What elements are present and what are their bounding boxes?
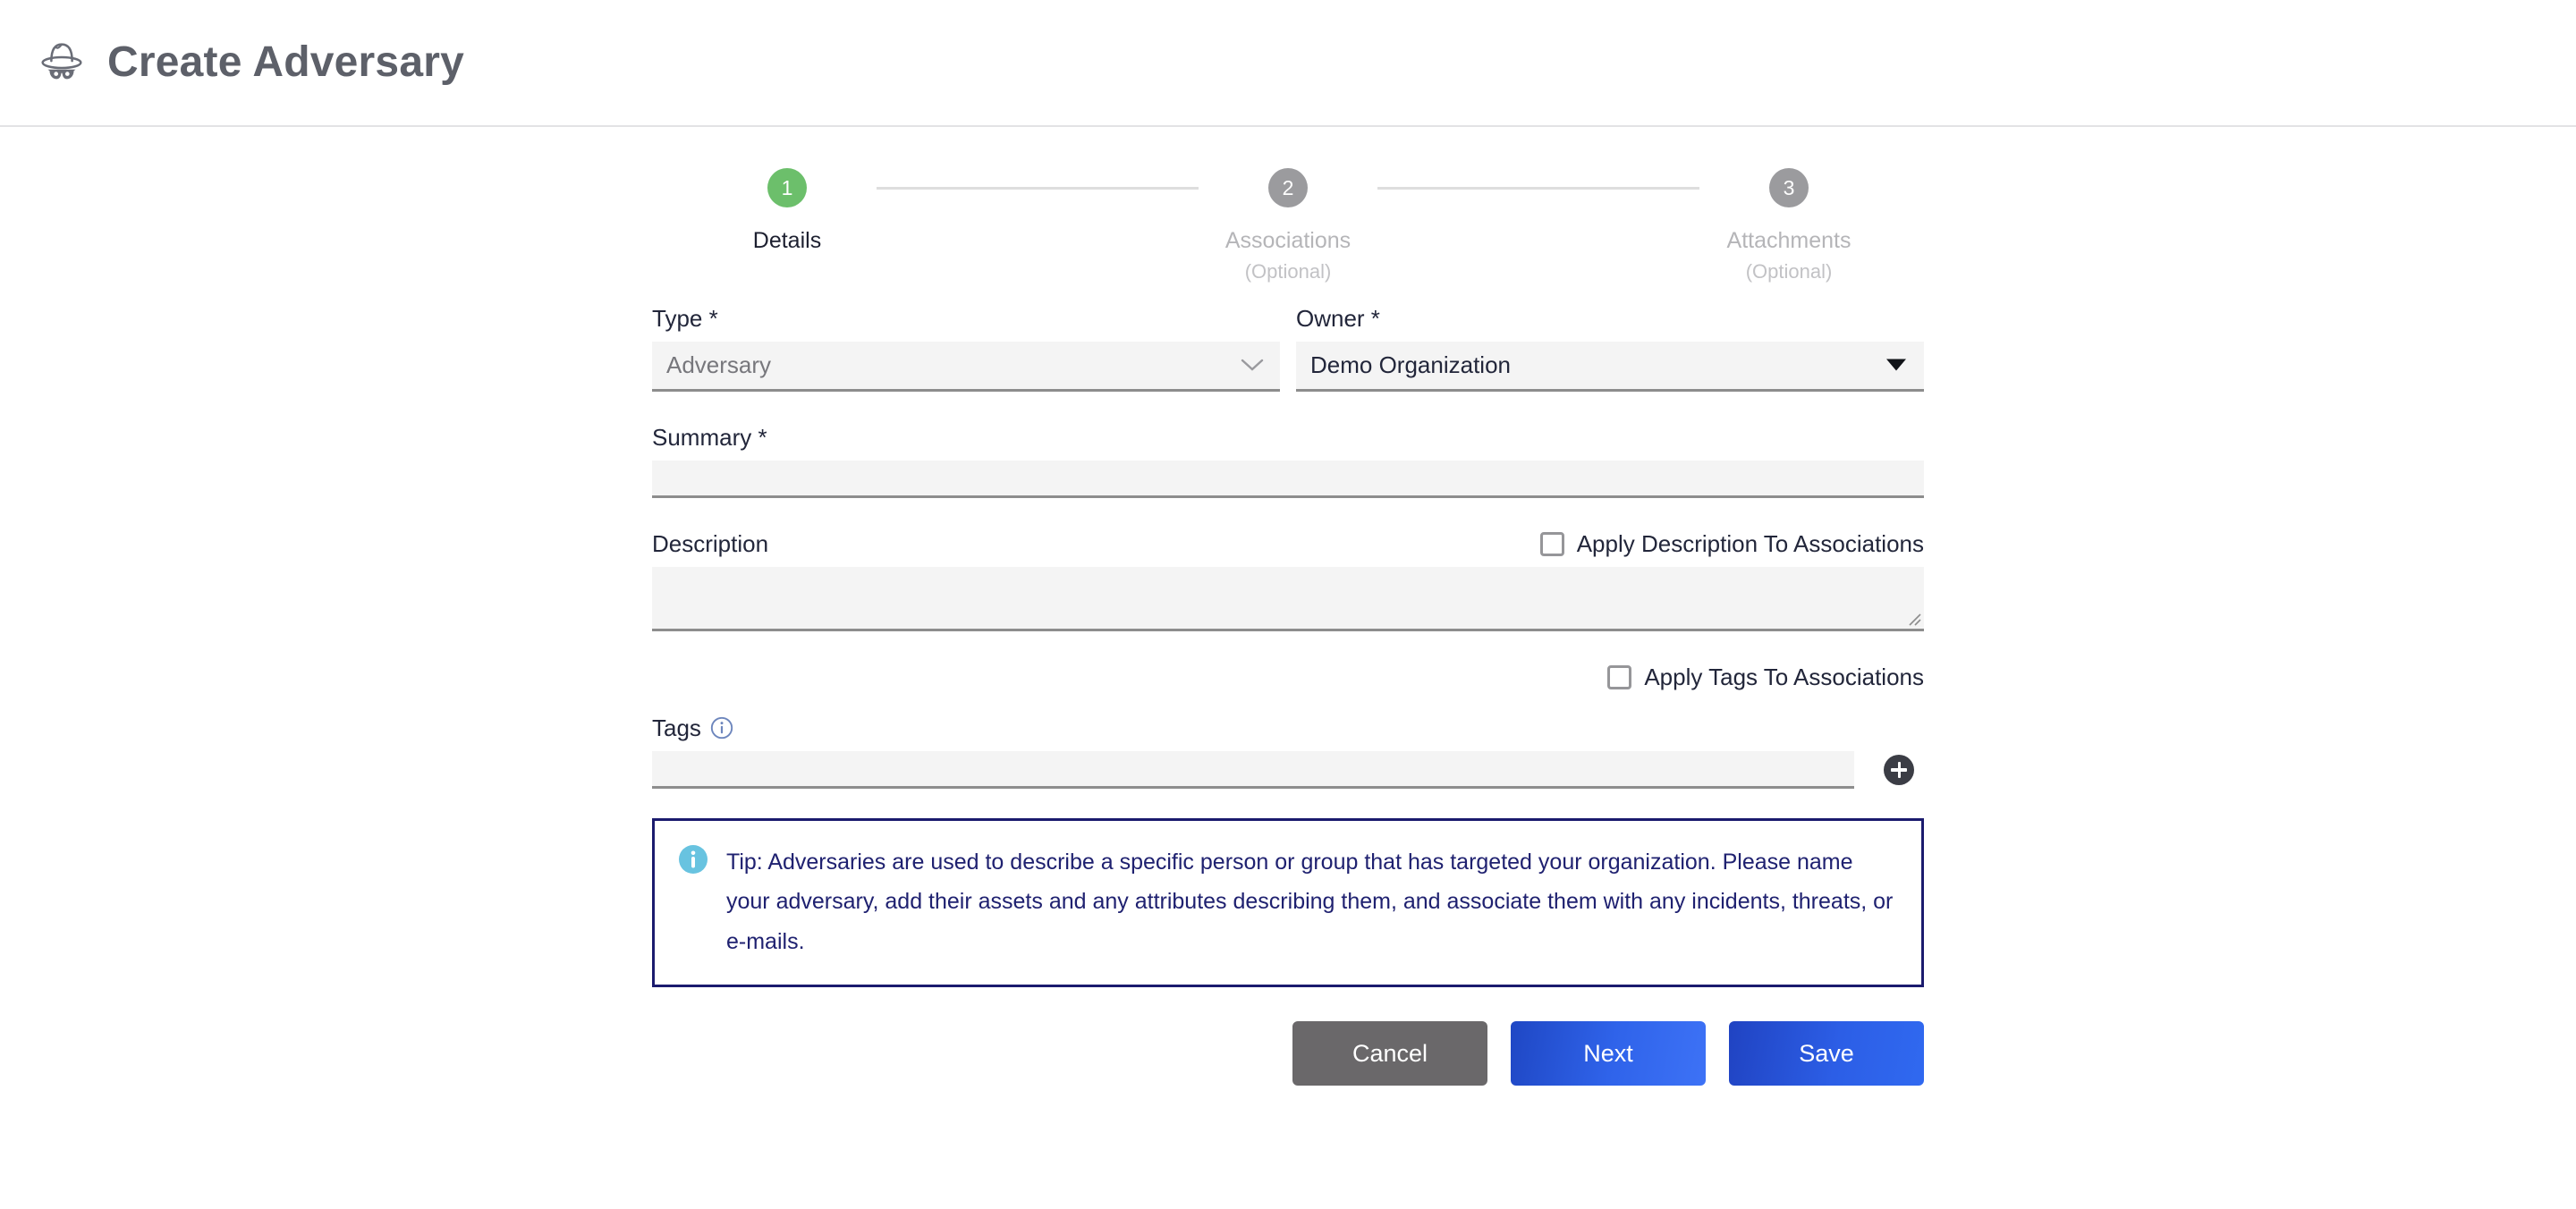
step-associations[interactable]: 2 Associations (Optional) xyxy=(1199,168,1377,283)
save-button[interactable]: Save xyxy=(1729,1021,1924,1086)
type-label: Type * xyxy=(652,304,718,332)
type-select[interactable]: Adversary xyxy=(652,341,1280,392)
step-attachments[interactable]: 3 Attachments (Optional) xyxy=(1699,168,1878,283)
type-owner-row: Type * Adversary Owner * Demo Organizati… xyxy=(652,305,1924,392)
description-textarea[interactable] xyxy=(652,566,1924,631)
step-2-optional: (Optional) xyxy=(1244,259,1332,283)
apply-tags-checkbox-label: Apply Tags To Associations xyxy=(1644,663,1924,690)
step-1-circle: 1 xyxy=(767,168,807,207)
owner-label: Owner * xyxy=(1296,304,1380,332)
form-actions: Cancel Next Save xyxy=(652,1021,1924,1086)
apply-tags-to-associations-row[interactable]: Apply Tags To Associations xyxy=(652,664,1924,691)
step-2-circle: 2 xyxy=(1268,168,1308,207)
next-button[interactable]: Next xyxy=(1511,1021,1706,1086)
tip-box: Tip: Adversaries are used to describe a … xyxy=(652,817,1924,988)
step-connector-2 xyxy=(1377,187,1699,190)
apply-description-checkbox[interactable] xyxy=(1539,531,1564,556)
tags-field-group: Tags xyxy=(652,714,1924,789)
page-title: Create Adversary xyxy=(107,38,464,86)
step-details[interactable]: 1 Details xyxy=(698,168,877,257)
step-1-label: Details xyxy=(752,228,822,253)
caret-down-icon xyxy=(1886,359,1906,371)
spy-incognito-icon xyxy=(41,43,82,80)
chevron-down-icon xyxy=(1241,359,1264,371)
summary-label: Summary * xyxy=(652,423,767,451)
tip-text: Tip: Adversaries are used to describe a … xyxy=(726,849,1894,954)
description-field-group: Description Apply Description To Associa… xyxy=(652,530,1924,631)
tags-label: Tags xyxy=(652,714,701,741)
resize-handle-icon[interactable] xyxy=(1903,608,1921,626)
step-3-optional: (Optional) xyxy=(1745,259,1833,283)
step-connector-1 xyxy=(877,187,1199,190)
add-tag-button[interactable] xyxy=(1884,754,1914,785)
apply-description-checkbox-label: Apply Description To Associations xyxy=(1576,529,1924,557)
tags-label-wrap: Tags xyxy=(652,714,1924,742)
description-label: Description xyxy=(652,529,769,557)
owner-select[interactable]: Demo Organization xyxy=(1296,341,1924,392)
tags-input[interactable] xyxy=(652,750,1854,789)
cancel-button[interactable]: Cancel xyxy=(1292,1021,1487,1086)
type-field-group: Type * Adversary xyxy=(652,305,1280,392)
apply-tags-checkbox[interactable] xyxy=(1607,664,1632,689)
create-adversary-form: Type * Adversary Owner * Demo Organizati… xyxy=(652,305,1924,1086)
type-select-value: Adversary xyxy=(666,351,772,378)
summary-input[interactable] xyxy=(652,460,1924,498)
owner-select-value: Demo Organization xyxy=(1310,351,1511,378)
page-header: Create Adversary xyxy=(0,0,2576,127)
owner-field-group: Owner * Demo Organization xyxy=(1296,305,1924,392)
info-icon[interactable] xyxy=(710,716,733,740)
step-3-circle: 3 xyxy=(1769,168,1809,207)
step-2-label: Associations xyxy=(1224,228,1352,253)
stepper: 1 Details 2 Associations (Optional) 3 At… xyxy=(0,127,2576,283)
step-3-label: Attachments xyxy=(1726,228,1852,253)
apply-description-to-associations-row[interactable]: Apply Description To Associations xyxy=(1539,529,1924,558)
info-icon xyxy=(679,844,708,874)
summary-field-group: Summary * xyxy=(652,424,1924,498)
